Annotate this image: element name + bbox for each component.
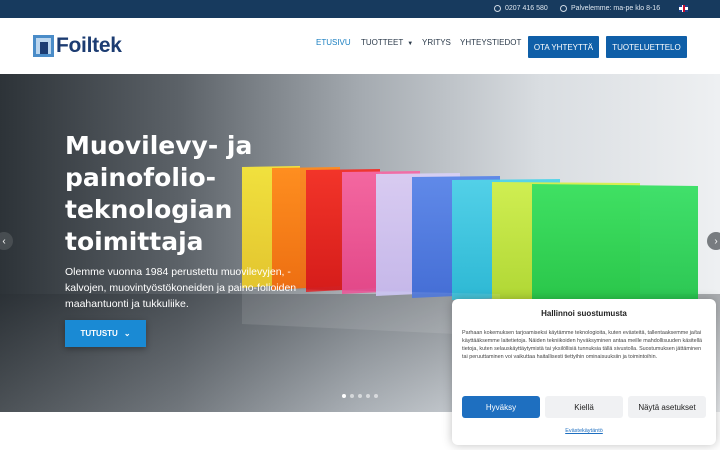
learn-more-button[interactable]: TUTUSTU ⌄ (65, 320, 146, 347)
cookie-body: Parhaan kokemuksen tarjoamiseksi käytämm… (462, 330, 703, 360)
nav-contacts[interactable]: YHTEYSTIEDOT (460, 38, 521, 47)
hero-title: Muovilevy- ja painofolio-teknologian toi… (65, 131, 253, 256)
chevron-down-icon: ⌄ (123, 329, 131, 338)
deny-button[interactable]: Kiellä (545, 396, 623, 418)
opening-hours-text: Palvelemme: ma-pe klo 8-16 (571, 5, 661, 12)
chevron-down-icon: ▼ (407, 40, 414, 47)
cookie-policy-link[interactable]: Evästekäytäntö (452, 428, 716, 434)
slider-dot[interactable] (350, 394, 354, 398)
site-header: Foiltek ETUSIVU TUOTTEET ▼ YRITYS YHTEYST… (0, 18, 720, 74)
nav-products-label: TUOTTEET (361, 37, 404, 47)
learn-more-label: TUTUSTU (80, 329, 118, 338)
logo-text: Foiltek (56, 34, 122, 57)
nav-home[interactable]: ETUSIVU (316, 38, 351, 47)
accept-button[interactable]: Hyväksy (462, 396, 540, 418)
slider-dot[interactable] (342, 394, 346, 398)
hero-subtitle: Olemme vuonna 1984 perustettu muovilevyj… (65, 266, 297, 310)
slider-pagination (342, 394, 378, 398)
show-settings-button[interactable]: Näytä asetukset (628, 396, 706, 418)
logo-mark-icon (33, 35, 54, 57)
nav-company[interactable]: YRITYS (422, 38, 451, 47)
slider-next-arrow-icon[interactable]: › (707, 232, 720, 250)
contact-button[interactable]: OTA YHTEYTTÄ (528, 36, 599, 58)
phone-link[interactable]: 0207 416 580 (494, 5, 548, 12)
uk-flag-icon[interactable] (679, 5, 688, 12)
phone-icon (494, 5, 501, 12)
nav-products[interactable]: TUOTTEET ▼ (361, 38, 413, 47)
cookie-title: Hallinnoi suostumusta (541, 309, 627, 318)
slider-dot[interactable] (366, 394, 370, 398)
cookie-consent-dialog: Hallinnoi suostumusta Parhaan kokemuksen… (452, 299, 716, 445)
phone-number[interactable]: 0207 416 580 (505, 5, 548, 12)
catalog-button[interactable]: TUOTELUETTELO (606, 36, 687, 58)
top-bar: 0207 416 580 Palvelemme: ma-pe klo 8-16 (0, 0, 720, 18)
opening-hours: Palvelemme: ma-pe klo 8-16 (560, 5, 660, 12)
clock-icon (560, 5, 567, 12)
slider-dot[interactable] (358, 394, 362, 398)
logo[interactable]: Foiltek (33, 34, 122, 58)
slider-dot[interactable] (374, 394, 378, 398)
